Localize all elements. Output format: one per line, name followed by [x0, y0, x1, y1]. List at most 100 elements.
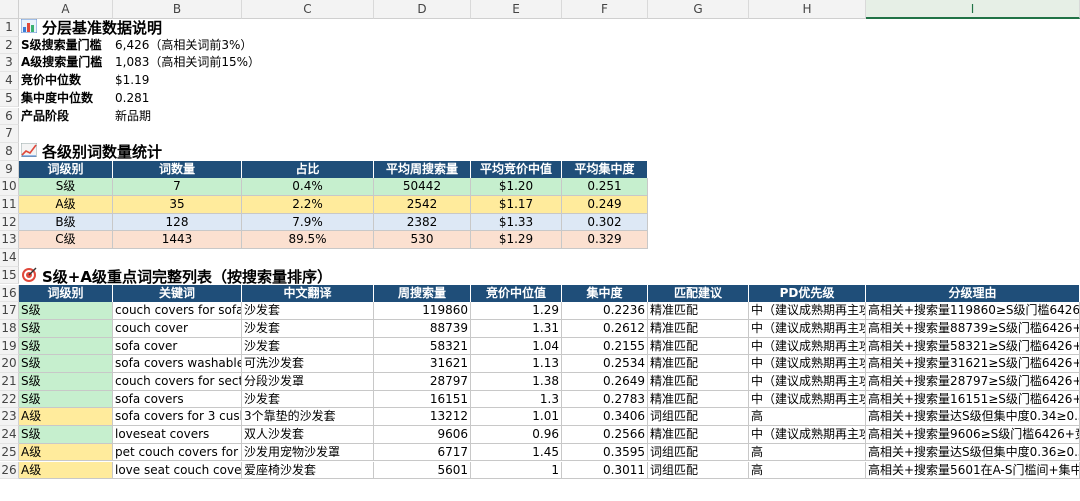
keyword-cell[interactable]: 精准匹配 — [648, 390, 749, 409]
select-all-corner[interactable] — [0, 0, 19, 19]
keyword-cell[interactable]: 沙发套 — [242, 319, 374, 338]
keyword-cell[interactable]: 高相关+搜索量31621≥S级门槛6426+竞价合理 — [866, 355, 1080, 373]
keyword-cell[interactable]: S级 — [19, 373, 113, 391]
keyword-cell[interactable]: 0.2566 — [562, 426, 648, 444]
keyword-cell[interactable]: loveseat covers — [113, 426, 242, 444]
column-header-i[interactable]: I — [866, 0, 1080, 19]
row-header-5[interactable]: 5 — [0, 89, 19, 108]
row-header-11[interactable]: 11 — [0, 196, 19, 214]
summary-cell[interactable]: 50442 — [374, 178, 471, 196]
keyword-cell[interactable]: 28797 — [374, 373, 471, 391]
summary-cell[interactable]: 89.5% — [242, 231, 374, 250]
row-header-19[interactable]: 19 — [0, 337, 19, 356]
keyword-cell[interactable]: sofa covers for 3 cushion couch — [113, 408, 242, 427]
keyword-cell[interactable]: 88739 — [374, 319, 471, 338]
summary-cell[interactable]: $1.33 — [471, 213, 562, 232]
row-header-25[interactable]: 25 — [0, 443, 19, 462]
keyword-cell[interactable]: 9606 — [374, 426, 471, 444]
keyword-cell[interactable]: 中（建议成熟期再主攻） — [749, 302, 866, 320]
keyword-cell[interactable]: 13212 — [374, 408, 471, 427]
keyword-cell[interactable]: 31621 — [374, 355, 471, 373]
keyword-cell[interactable]: 中（建议成熟期再主攻） — [749, 355, 866, 373]
info-value[interactable]: $1.19 — [113, 72, 374, 90]
keyword-cell[interactable]: A级 — [19, 408, 113, 427]
keyword-cell[interactable]: 可洗沙发套 — [242, 355, 374, 373]
column-header-c[interactable]: C — [242, 0, 374, 19]
row-header-22[interactable]: 22 — [0, 390, 19, 409]
summary-cell[interactable]: 35 — [113, 196, 242, 214]
row-header-4[interactable]: 4 — [0, 72, 19, 90]
info-label[interactable]: 产品阶段 — [19, 108, 113, 126]
row-header-10[interactable]: 10 — [0, 178, 19, 196]
column-header-f[interactable]: F — [562, 0, 648, 19]
summary-cell[interactable]: C级 — [19, 231, 113, 250]
keyword-cell[interactable]: 0.2783 — [562, 390, 648, 409]
keyword-cell[interactable]: 高 — [749, 408, 866, 427]
keyword-cell[interactable]: 词组匹配 — [648, 461, 749, 480]
info-label[interactable]: 集中度中位数 — [19, 90, 113, 108]
summary-cell[interactable]: 530 — [374, 231, 471, 250]
keyword-table-header[interactable]: 分级理由 — [866, 284, 1080, 303]
row-header-8[interactable]: 8 — [0, 142, 19, 161]
keyword-cell[interactable]: 0.2236 — [562, 302, 648, 320]
summary-cell[interactable]: 2382 — [374, 213, 471, 232]
keyword-cell[interactable]: S级 — [19, 319, 113, 338]
keyword-cell[interactable]: 1 — [471, 461, 562, 480]
row-header-21[interactable]: 21 — [0, 373, 19, 391]
summary-cell[interactable]: A级 — [19, 196, 113, 214]
keyword-cell[interactable]: 0.3406 — [562, 408, 648, 427]
keyword-cell[interactable]: S级 — [19, 337, 113, 356]
keyword-cell[interactable]: 5601 — [374, 461, 471, 480]
row-header-6[interactable]: 6 — [0, 107, 19, 126]
keyword-cell[interactable]: 高相关+搜索量58321≥S级门槛6426+竞价合理 — [866, 337, 1080, 356]
keyword-cell[interactable]: 中（建议成熟期再主攻） — [749, 337, 866, 356]
keyword-cell[interactable]: S级 — [19, 390, 113, 409]
summary-cell[interactable]: 0.249 — [562, 196, 648, 214]
keyword-table-header[interactable]: 匹配建议 — [648, 284, 749, 303]
keyword-cell[interactable]: 0.2155 — [562, 337, 648, 356]
summary-cell[interactable]: 128 — [113, 213, 242, 232]
keyword-cell[interactable]: 0.3011 — [562, 461, 648, 480]
summary-cell[interactable]: B级 — [19, 213, 113, 232]
keyword-cell[interactable]: 分段沙发罩 — [242, 373, 374, 391]
keyword-cell[interactable]: 中（建议成熟期再主攻） — [749, 373, 866, 391]
keyword-table-header[interactable]: 关键词 — [113, 284, 242, 303]
column-header-a[interactable]: A — [19, 0, 113, 19]
summary-cell[interactable]: 0.4% — [242, 178, 374, 196]
keyword-cell[interactable]: 0.2649 — [562, 373, 648, 391]
row-header-20[interactable]: 20 — [0, 355, 19, 373]
keyword-cell[interactable]: 1.13 — [471, 355, 562, 373]
keyword-cell[interactable]: S级 — [19, 302, 113, 320]
keyword-cell[interactable]: 沙发套 — [242, 337, 374, 356]
column-header-g[interactable]: G — [648, 0, 749, 19]
keyword-cell[interactable]: 119860 — [374, 302, 471, 320]
row-header-26[interactable]: 26 — [0, 461, 19, 480]
keyword-cell[interactable]: 高相关+搜索量28797≥S级门槛6426+竞价合理 — [866, 373, 1080, 391]
row-header-14[interactable]: 14 — [0, 249, 19, 267]
summary-cell[interactable]: 1443 — [113, 231, 242, 250]
keyword-table-header[interactable]: 竞价中位值 — [471, 284, 562, 303]
keyword-table-header[interactable]: PD优先级 — [749, 284, 866, 303]
keyword-cell[interactable]: 高相关+搜索量16151≥S级门槛6426+竞价合理 — [866, 390, 1080, 409]
summary-header[interactable]: 词级别 — [19, 160, 113, 179]
info-label[interactable]: S级搜索量门槛 — [19, 37, 113, 55]
keyword-cell[interactable]: 3个靠垫的沙发套 — [242, 408, 374, 427]
info-value[interactable]: 6,426（高相关词前3%） — [113, 37, 374, 55]
summary-header[interactable]: 占比 — [242, 160, 374, 179]
summary-cell[interactable]: 0.329 — [562, 231, 648, 250]
keyword-cell[interactable]: 高相关+搜索量88739≥S级门槛6426+竞价合理 — [866, 319, 1080, 338]
summary-header[interactable]: 平均竞价中值 — [471, 160, 562, 179]
keyword-cell[interactable]: 高相关+搜索量达S级但集中度0.34≥0.30限制 — [866, 408, 1080, 427]
summary-header[interactable]: 平均集中度 — [562, 160, 648, 179]
keyword-cell[interactable]: 高相关+搜索量119860≥S级门槛6426+竞价合理 — [866, 302, 1080, 320]
keyword-table-header[interactable]: 词级别 — [19, 284, 113, 303]
summary-cell[interactable]: $1.29 — [471, 231, 562, 250]
keyword-cell[interactable]: 6717 — [374, 443, 471, 462]
keyword-table-header[interactable]: 周搜索量 — [374, 284, 471, 303]
keyword-cell[interactable]: sofa covers washable — [113, 355, 242, 373]
summary-cell[interactable]: $1.20 — [471, 178, 562, 196]
row-header-3[interactable]: 3 — [0, 54, 19, 73]
keyword-cell[interactable]: couch covers for sofa — [113, 302, 242, 320]
info-value[interactable]: 1,083（高相关词前15%） — [113, 54, 374, 72]
row-header-2[interactable]: 2 — [0, 36, 19, 55]
